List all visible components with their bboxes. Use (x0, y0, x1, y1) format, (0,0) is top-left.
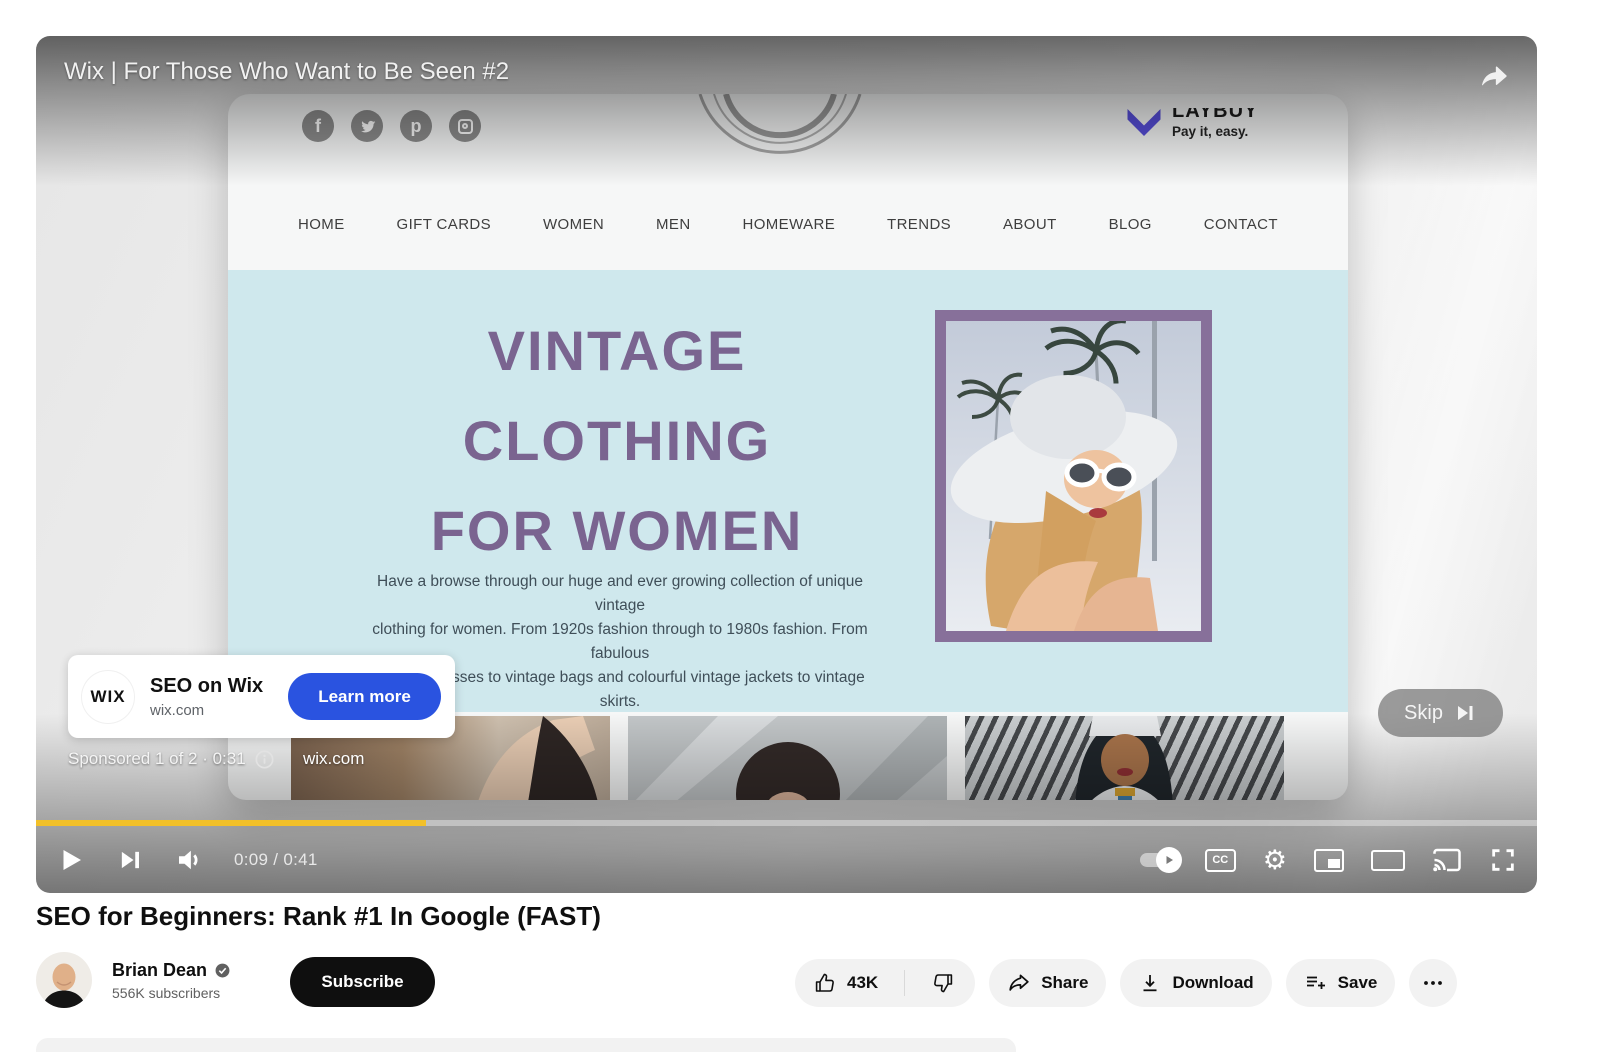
fullscreen-icon (1489, 846, 1517, 874)
play-icon (56, 845, 86, 875)
hero-section: VINTAGE CLOTHING FOR WOMEN Have a browse… (228, 270, 1348, 712)
twitter-icon (351, 110, 383, 142)
nav-item-trends: TRENDS (887, 216, 951, 233)
next-button[interactable] (116, 846, 144, 874)
thumb-down-icon (931, 971, 955, 995)
skip-next-icon (1453, 701, 1477, 725)
gear-icon: ⚙ (1263, 847, 1287, 874)
nav-item-gift-cards: GIFT CARDS (397, 216, 492, 233)
download-label: Download (1172, 973, 1253, 993)
nav-item-women: WOMEN (543, 216, 604, 233)
skip-ad-button[interactable]: Skip (1378, 689, 1503, 737)
hero-title-line-2: CLOTHING (317, 396, 917, 486)
instagram-icon (449, 110, 481, 142)
skip-label: Skip (1404, 702, 1443, 725)
volume-icon (174, 845, 204, 875)
theater-icon (1371, 850, 1405, 871)
like-dislike-divider (904, 970, 905, 996)
ad-title-link[interactable]: Wix | For Those Who Want to Be Seen #2 (64, 58, 509, 86)
youtube-watch-page: f p LAYBUY Pay it, easy. (0, 0, 1600, 1052)
pinterest-icon: p (400, 110, 432, 142)
sponsored-row: Sponsored 1 of 2 · 0:31 (68, 749, 274, 769)
ad-site-logo-arcs (692, 94, 868, 178)
ad-card-url: wix.com (150, 702, 288, 719)
autoplay-toggle[interactable] (1140, 853, 1178, 867)
download-button[interactable]: Download (1120, 959, 1271, 1007)
hero-title: VINTAGE CLOTHING FOR WOMEN (317, 306, 917, 576)
nav-item-home: HOME (298, 216, 345, 233)
ad-thumbnail-2 (628, 716, 947, 800)
hero-title-line-3: FOR WOMEN (317, 486, 917, 576)
channel-avatar[interactable] (36, 952, 92, 1008)
laybuy-logo: LAYBUY Pay it, easy. (1126, 108, 1258, 140)
channel-row: Brian Dean 556K subscribers (36, 952, 230, 1008)
like-dislike-pill: 43K (795, 959, 975, 1007)
dislike-button[interactable] (915, 959, 975, 1007)
subscribe-button[interactable]: Subscribe (290, 957, 435, 1007)
ad-info-card: WIX SEO on Wix wix.com Learn more (68, 655, 455, 738)
settings-button[interactable]: ⚙ (1263, 847, 1287, 874)
info-icon[interactable] (255, 750, 274, 769)
video-player[interactable]: f p LAYBUY Pay it, easy. (36, 36, 1537, 893)
cast-icon (1432, 845, 1462, 875)
play-button[interactable] (56, 845, 86, 875)
next-icon (116, 846, 144, 874)
laybuy-tagline: Pay it, easy. (1172, 124, 1258, 139)
actions-row: 43K Share Download (795, 959, 1457, 1007)
share-icon (1007, 971, 1031, 995)
ad-site-link[interactable]: wix.com (303, 749, 364, 769)
learn-more-button[interactable]: Learn more (288, 673, 441, 720)
fullscreen-button[interactable] (1489, 846, 1517, 874)
miniplayer-button[interactable] (1314, 849, 1344, 872)
more-dots-icon (1421, 971, 1445, 995)
subscriber-count: 556K subscribers (112, 985, 230, 1001)
laybuy-brand-text: LAYBUY (1172, 108, 1258, 122)
like-button[interactable]: 43K (795, 959, 894, 1007)
save-button[interactable]: Save (1286, 959, 1396, 1007)
nav-item-homeware: HOMEWARE (742, 216, 835, 233)
nav-item-men: MEN (656, 216, 691, 233)
share-button[interactable]: Share (989, 959, 1106, 1007)
cast-button[interactable] (1432, 845, 1462, 875)
nav-item-about: ABOUT (1003, 216, 1057, 233)
miniplayer-icon (1314, 849, 1344, 872)
thumb-up-icon (813, 971, 837, 995)
sponsored-text: Sponsored 1 of 2 · 0:31 (68, 749, 246, 769)
theater-mode-button[interactable] (1371, 850, 1405, 871)
hero-paragraph-line-1: Have a browse through our huge and ever … (356, 570, 884, 618)
cc-icon: CC (1205, 849, 1236, 872)
video-title: SEO for Beginners: Rank #1 In Google (FA… (36, 901, 601, 932)
hero-title-line-1: VINTAGE (317, 306, 917, 396)
subtitles-button[interactable]: CC (1205, 849, 1236, 872)
time-display: 0:09 / 0:41 (234, 850, 318, 870)
progress-bar[interactable] (36, 820, 1537, 826)
verified-badge-icon (215, 963, 230, 978)
nav-item-contact: CONTACT (1204, 216, 1278, 233)
player-controls: 0:09 / 0:41 CC ⚙ (36, 834, 1537, 886)
nav-item-blog: BLOG (1109, 216, 1152, 233)
share-label: Share (1041, 973, 1088, 993)
wix-logo[interactable]: WIX (82, 671, 134, 723)
save-playlist-icon (1304, 971, 1328, 995)
progress-played (36, 820, 426, 826)
download-icon (1138, 971, 1162, 995)
autoplay-play-icon (1163, 854, 1175, 866)
channel-name[interactable]: Brian Dean (112, 960, 207, 981)
hero-photo-woman-hat (935, 310, 1212, 642)
ad-card-title[interactable]: SEO on Wix (150, 675, 288, 698)
like-count: 43K (847, 973, 878, 993)
ad-thumbnail-3 (965, 716, 1284, 800)
volume-button[interactable] (174, 845, 204, 875)
more-actions-button[interactable] (1409, 959, 1457, 1007)
ad-social-icons: f p (302, 110, 481, 142)
share-arrow-icon[interactable] (1475, 58, 1511, 92)
facebook-icon: f (302, 110, 334, 142)
save-label: Save (1338, 973, 1378, 993)
description-box-peek[interactable] (36, 1038, 1016, 1052)
laybuy-chevron-icon (1126, 108, 1162, 140)
ad-site-nav: HOME GIFT CARDS WOMEN MEN HOMEWARE TREND… (298, 216, 1278, 233)
